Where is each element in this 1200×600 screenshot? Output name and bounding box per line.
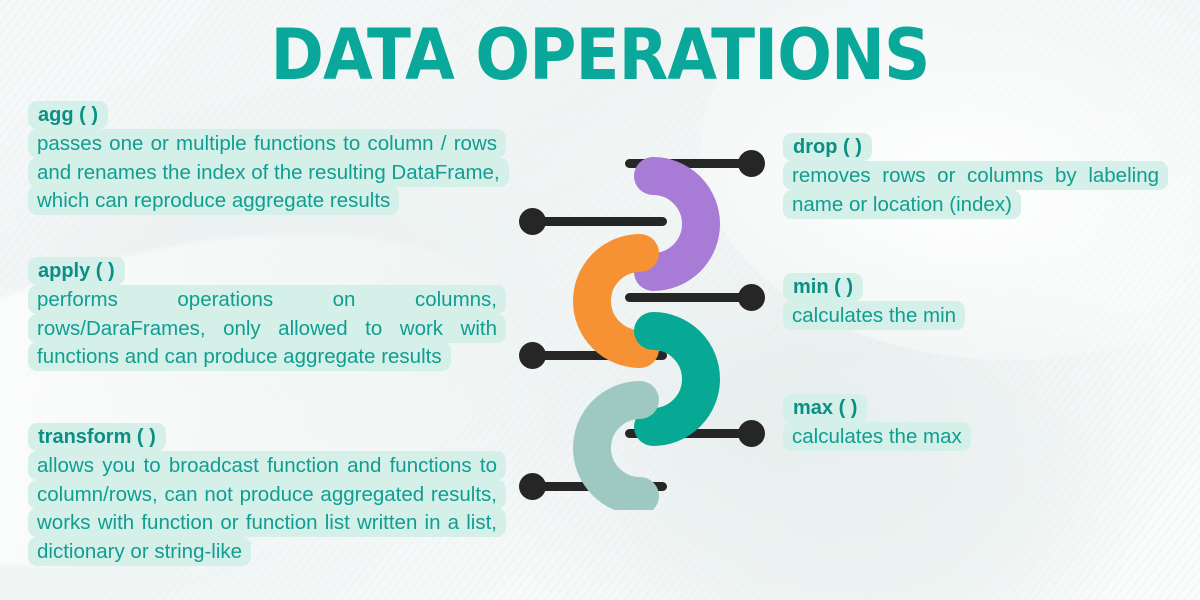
entry-transform-description: allows you to broadcast function and fun… (28, 451, 506, 566)
entry-transform-name: transform ( ) (28, 423, 166, 451)
teal-arc (634, 312, 720, 446)
entry-min-description: calculates the min (783, 301, 966, 330)
entry-transform: transform ( ) allows you to broadcast fu… (28, 423, 506, 566)
entry-agg-name: agg ( ) (28, 101, 108, 129)
entry-max: max ( ) calculates the max (783, 394, 1168, 452)
entry-drop-description: removes rows or columns by labeling name… (783, 161, 1168, 219)
infographic-poster: DATA OPERATIONS agg ( ) passes one or mu… (0, 0, 1200, 600)
entry-max-description: calculates the max (783, 422, 971, 451)
purple-arc (634, 157, 720, 291)
page-title: DATA OPERATIONS (270, 14, 931, 96)
orange-arc (573, 234, 659, 368)
center-serpentine-graphic (505, 135, 805, 510)
sage-arc (573, 381, 659, 510)
entry-drop: drop ( ) removes rows or columns by labe… (783, 133, 1168, 219)
entry-min: min ( ) calculates the min (783, 273, 1168, 331)
entry-apply: apply ( ) performs operations on columns… (28, 257, 506, 372)
entry-apply-name: apply ( ) (28, 257, 125, 285)
arc-stack-svg (573, 157, 720, 510)
entry-agg: agg ( ) passes one or multiple functions… (28, 101, 509, 216)
entry-agg-description: passes one or multiple functions to colu… (28, 129, 509, 215)
entry-apply-description: performs operations on columns, rows/Dar… (28, 285, 506, 371)
